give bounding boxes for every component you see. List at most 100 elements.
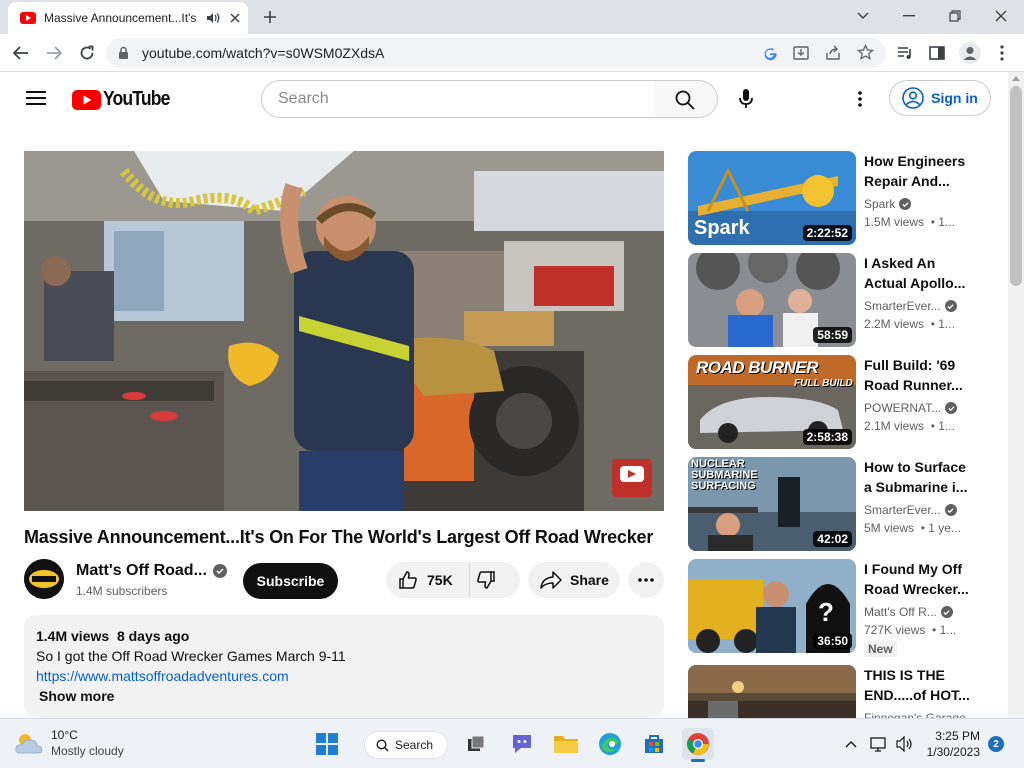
- recommendation-item[interactable]: Spark 2:22:52 How Engineers Repair And..…: [688, 151, 988, 247]
- search-input[interactable]: Search: [261, 80, 655, 118]
- tab-search-button[interactable]: [852, 6, 874, 26]
- page-scrollbar[interactable]: [1008, 72, 1024, 718]
- recommendation-title[interactable]: How Engineers Repair And...: [864, 151, 974, 191]
- volume-button[interactable]: [892, 728, 918, 760]
- recommendation-channel[interactable]: Spark: [864, 195, 895, 213]
- share-arrow-icon: [540, 571, 562, 589]
- recommendation-title[interactable]: How to Surface a Submarine i...: [864, 457, 974, 497]
- recommendation-channel[interactable]: Finnegan's Garage: [864, 709, 966, 718]
- show-hidden-icons-button[interactable]: [838, 728, 864, 760]
- recommendation-channel-row: Spark: [864, 195, 974, 213]
- recommendation-channel[interactable]: SmarterEver...: [864, 501, 941, 519]
- sign-in-button[interactable]: Sign in: [889, 80, 991, 116]
- scroll-up-icon[interactable]: [1012, 75, 1020, 81]
- new-badge: New: [864, 641, 897, 657]
- chevron-up-icon: [845, 741, 857, 748]
- close-window-button[interactable]: [990, 6, 1012, 26]
- video-duration: 58:59: [813, 327, 852, 343]
- recommendation-thumbnail[interactable]: NUCLEAR SUBMARINE SURFACING 42:02: [688, 457, 856, 551]
- address-bar[interactable]: youtube.com/watch?v=s0WSM0ZXdsA: [106, 38, 886, 68]
- chat-app-button[interactable]: [506, 728, 538, 760]
- description-link[interactable]: https://www.mattsoffroadadventures.com: [36, 666, 652, 686]
- recommendation-thumbnail[interactable]: ? 36:50: [688, 559, 856, 653]
- youtube-logo[interactable]: YouTube: [72, 88, 179, 111]
- recommendation-thumbnail[interactable]: ROAD BURNER FULL BUILD 2:58:38: [688, 355, 856, 449]
- edge-browser-button[interactable]: [594, 728, 626, 760]
- back-button[interactable]: [10, 42, 32, 64]
- new-tab-button[interactable]: [258, 7, 282, 27]
- clock[interactable]: 3:25 PM 1/30/2023: [924, 728, 980, 760]
- recommendation-channel[interactable]: POWERNAT...: [864, 399, 941, 417]
- recommendation-meta: How Engineers Repair And... Spark 1.5M v…: [864, 151, 974, 231]
- channel-name[interactable]: Matt's Off Road...: [76, 562, 207, 580]
- video-player[interactable]: [24, 151, 664, 511]
- more-horizontal-icon: [638, 578, 654, 582]
- browser-menu-button[interactable]: [992, 42, 1012, 64]
- task-view-button[interactable]: [460, 728, 492, 760]
- youtube-favicon-icon: [20, 12, 36, 24]
- browser-toolbar: youtube.com/watch?v=s0WSM0ZXdsA: [0, 34, 1024, 72]
- subscribe-button[interactable]: Subscribe: [243, 563, 338, 599]
- more-vertical-icon: [1000, 45, 1004, 61]
- recommendation-channel[interactable]: SmarterEver...: [864, 297, 941, 315]
- bookmark-star-icon[interactable]: [857, 44, 874, 61]
- start-button[interactable]: [311, 728, 343, 760]
- scrollbar-thumb[interactable]: [1010, 86, 1022, 286]
- recommendation-title[interactable]: THIS IS THE END.....of HOT...: [864, 665, 974, 705]
- guide-menu-button[interactable]: [24, 88, 48, 108]
- share-button[interactable]: Share: [528, 562, 620, 598]
- more-actions-button[interactable]: [628, 562, 664, 598]
- youtube-logo-icon: [72, 89, 101, 110]
- share-page-icon[interactable]: [825, 45, 841, 61]
- channel-name-row[interactable]: Matt's Off Road...: [76, 562, 227, 580]
- recommendation-title[interactable]: I Asked An Actual Apollo...: [864, 253, 974, 293]
- recommendation-item[interactable]: NUCLEAR SUBMARINE SURFACING 42:02 How to…: [688, 457, 988, 553]
- thumbnail-subcaption: FULL BUILD: [794, 378, 853, 389]
- close-tab-icon[interactable]: [230, 13, 240, 23]
- recommendation-item[interactable]: THIS IS THE END.....of HOT... Finnegan's…: [688, 665, 988, 718]
- browser-tab[interactable]: Massive Announcement...It's: [8, 2, 248, 34]
- recommendation-item[interactable]: ? 36:50 I Found My Off Road Wrecker... M…: [688, 559, 988, 657]
- upload-age: 8 days ago: [116, 628, 190, 644]
- channel-avatar[interactable]: [24, 559, 64, 599]
- show-more-button[interactable]: Show more: [39, 686, 652, 706]
- search-icon: [376, 738, 389, 751]
- voice-search-button[interactable]: [734, 86, 758, 112]
- recommendation-thumbnail[interactable]: 58:59: [688, 253, 856, 347]
- chrome-button[interactable]: [682, 728, 714, 762]
- cloudy-weather-icon: [15, 734, 43, 754]
- recommendation-meta: Full Build: '69 Road Runner... POWERNAT.…: [864, 355, 974, 435]
- google-icon[interactable]: [762, 45, 778, 61]
- recommendation-channel-row: SmarterEver...: [864, 297, 974, 315]
- recommendation-title[interactable]: I Found My Off Road Wrecker...: [864, 559, 974, 599]
- restore-button[interactable]: [944, 6, 966, 26]
- recommendation-item[interactable]: 58:59 I Asked An Actual Apollo... Smarte…: [688, 253, 988, 349]
- settings-menu-button[interactable]: [850, 88, 870, 110]
- windows-logo-icon: [316, 733, 338, 755]
- side-panel-button[interactable]: [926, 42, 948, 64]
- like-button[interactable]: 75K: [386, 562, 470, 598]
- reload-button[interactable]: [76, 42, 98, 64]
- recommendation-thumbnail[interactable]: Spark 2:22:52: [688, 151, 856, 245]
- dislike-button[interactable]: [476, 570, 496, 590]
- weather-widget[interactable]: 10°C Mostly cloudy: [14, 727, 124, 759]
- file-explorer-button[interactable]: [550, 728, 582, 760]
- recommendation-title[interactable]: Full Build: '69 Road Runner...: [864, 355, 974, 395]
- store-button[interactable]: [638, 728, 670, 760]
- recommendation-channel[interactable]: Matt's Off R...: [864, 603, 937, 621]
- notification-badge[interactable]: 2: [988, 736, 1004, 752]
- profile-button[interactable]: [958, 41, 982, 65]
- recommendation-age: • 1...: [932, 623, 957, 637]
- speaker-icon[interactable]: [206, 11, 220, 25]
- recommendation-thumbnail[interactable]: [688, 665, 856, 718]
- media-control-button[interactable]: [894, 42, 916, 64]
- network-button[interactable]: [866, 728, 892, 760]
- minimize-button[interactable]: [898, 6, 920, 26]
- recommendation-item[interactable]: ROAD BURNER FULL BUILD 2:58:38 Full Buil…: [688, 355, 988, 451]
- forward-button[interactable]: [43, 42, 65, 64]
- thumbnail-caption: Spark: [694, 217, 750, 239]
- search-button[interactable]: [654, 80, 718, 118]
- description-box[interactable]: 1.4M views 8 days ago So I got the Off R…: [24, 615, 664, 717]
- install-icon[interactable]: [793, 45, 809, 61]
- taskbar-search-button[interactable]: Search: [364, 731, 448, 759]
